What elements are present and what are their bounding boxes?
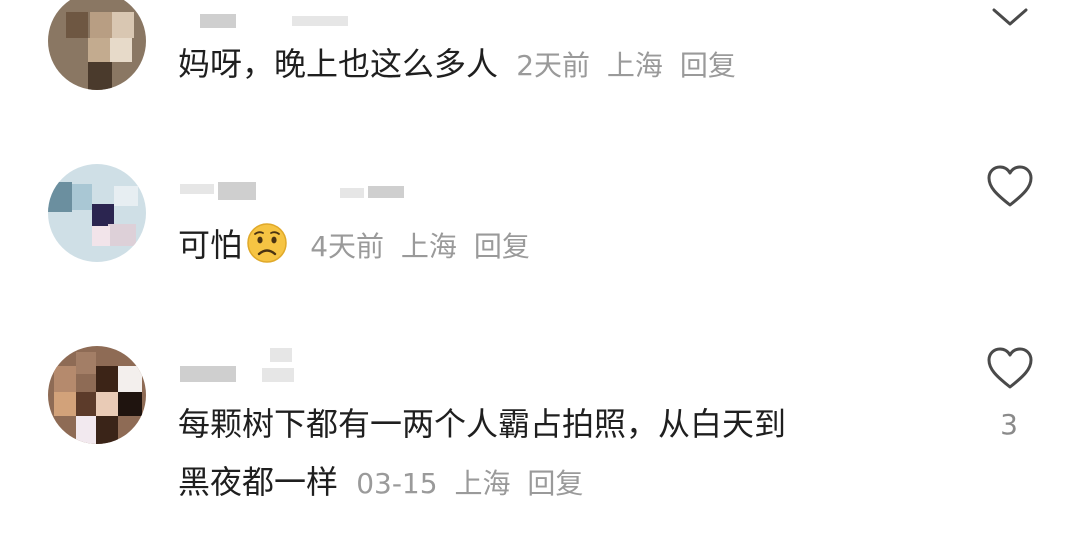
worried-face-emoji-icon bbox=[247, 223, 287, 263]
comment-meta: 4天前 上海 回复 bbox=[302, 230, 530, 263]
like-button[interactable] bbox=[986, 164, 1034, 208]
username-blurred[interactable] bbox=[200, 14, 236, 28]
heart-outline-icon bbox=[987, 165, 1033, 207]
comment-text: 妈呀，晚上也这么多人 2天前 上海 回复 bbox=[178, 42, 736, 88]
comment-body-line: 黑夜都一样 bbox=[178, 463, 339, 501]
heart-outline-icon bbox=[987, 347, 1033, 389]
comment-time: 03-15 bbox=[356, 467, 438, 500]
username-blurred bbox=[262, 368, 294, 382]
username-blurred bbox=[218, 182, 256, 200]
username-blurred bbox=[270, 348, 292, 362]
comment-text: 可怕 4天前 上海 回复 bbox=[178, 222, 530, 269]
username-blurred bbox=[340, 188, 364, 198]
reply-button[interactable]: 回复 bbox=[680, 49, 736, 82]
like-count: 3 bbox=[1000, 408, 1018, 441]
comment-meta: 03-15 上海 回复 bbox=[348, 467, 583, 500]
comment-location: 上海 bbox=[400, 230, 457, 263]
comment-time: 4天前 bbox=[310, 230, 385, 263]
username-blurred[interactable] bbox=[180, 366, 236, 382]
avatar[interactable] bbox=[48, 346, 146, 444]
username-blurred[interactable] bbox=[180, 184, 214, 194]
username-blurred bbox=[292, 16, 348, 26]
comment-time: 2天前 bbox=[516, 49, 591, 82]
reply-button[interactable]: 回复 bbox=[474, 230, 530, 263]
reply-button[interactable]: 回复 bbox=[527, 467, 583, 500]
like-button[interactable] bbox=[986, 346, 1034, 390]
avatar[interactable] bbox=[48, 164, 146, 262]
comment-text: 每颗树下都有一两个人霸占拍照，从白天到 黑夜都一样 03-15 上海 回复 bbox=[178, 402, 786, 506]
comment-body: 可怕 bbox=[178, 226, 243, 264]
username-blurred bbox=[368, 186, 404, 198]
comment-body: 妈呀，晚上也这么多人 bbox=[178, 45, 499, 83]
collapse-chevron-icon[interactable] bbox=[990, 2, 1030, 32]
comment-meta: 2天前 上海 回复 bbox=[508, 49, 736, 82]
comment-location: 上海 bbox=[454, 467, 511, 500]
avatar[interactable] bbox=[48, 0, 146, 90]
comment-body-line: 每颗树下都有一两个人霸占拍照，从白天到 bbox=[178, 405, 787, 443]
comment-location: 上海 bbox=[606, 49, 663, 82]
